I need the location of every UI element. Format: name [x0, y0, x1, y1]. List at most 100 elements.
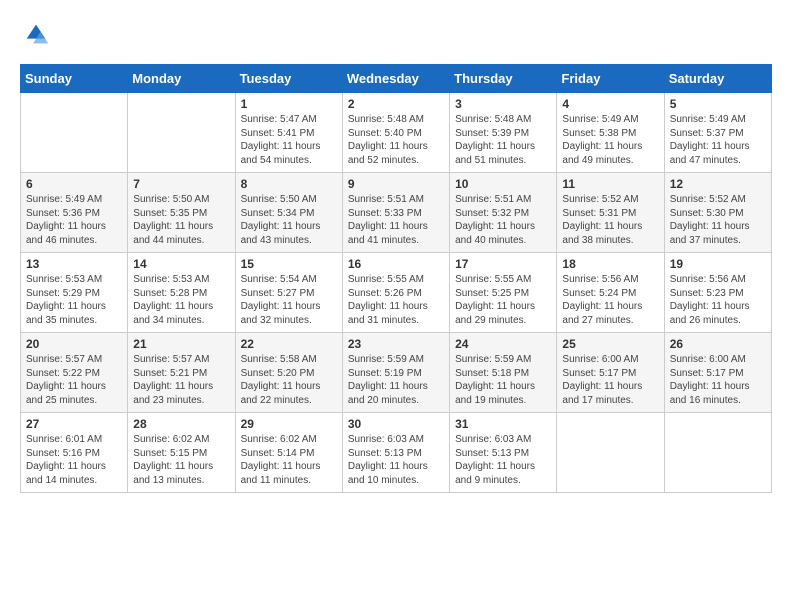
calendar-week-3: 13 Sunrise: 5:53 AMSunset: 5:29 PMDayligh…	[21, 253, 772, 333]
day-number: 28	[133, 417, 229, 431]
calendar-cell: 25 Sunrise: 6:00 AMSunset: 5:17 PMDayligh…	[557, 333, 664, 413]
calendar-cell: 4 Sunrise: 5:49 AMSunset: 5:38 PMDaylight…	[557, 93, 664, 173]
day-number: 30	[348, 417, 444, 431]
day-number: 23	[348, 337, 444, 351]
day-number: 25	[562, 337, 658, 351]
day-number: 13	[26, 257, 122, 271]
cell-content: Sunrise: 6:02 AMSunset: 5:14 PMDaylight:…	[241, 433, 337, 487]
cell-content: Sunrise: 5:56 AMSunset: 5:23 PMDaylight:…	[670, 273, 766, 327]
calendar-cell: 18 Sunrise: 5:56 AMSunset: 5:24 PMDayligh…	[557, 253, 664, 333]
calendar-cell: 26 Sunrise: 6:00 AMSunset: 5:17 PMDayligh…	[664, 333, 771, 413]
page-header	[20, 20, 772, 48]
day-number: 5	[670, 97, 766, 111]
header-wednesday: Wednesday	[342, 65, 449, 93]
header-monday: Monday	[128, 65, 235, 93]
cell-content: Sunrise: 6:00 AMSunset: 5:17 PMDaylight:…	[562, 353, 658, 407]
cell-content: Sunrise: 5:57 AMSunset: 5:22 PMDaylight:…	[26, 353, 122, 407]
header-friday: Friday	[557, 65, 664, 93]
cell-content: Sunrise: 5:56 AMSunset: 5:24 PMDaylight:…	[562, 273, 658, 327]
calendar-cell: 20 Sunrise: 5:57 AMSunset: 5:22 PMDayligh…	[21, 333, 128, 413]
calendar-cell: 22 Sunrise: 5:58 AMSunset: 5:20 PMDayligh…	[235, 333, 342, 413]
cell-content: Sunrise: 5:48 AMSunset: 5:39 PMDaylight:…	[455, 113, 551, 167]
calendar-cell: 31 Sunrise: 6:03 AMSunset: 5:13 PMDayligh…	[450, 413, 557, 493]
calendar-cell	[557, 413, 664, 493]
calendar-week-2: 6Sunrise: 5:49 AMSunset: 5:36 PMDaylight…	[21, 173, 772, 253]
cell-content: Sunrise: 5:52 AMSunset: 5:30 PMDaylight:…	[670, 193, 766, 247]
calendar-table: SundayMondayTuesdayWednesdayThursdayFrid…	[20, 64, 772, 493]
day-number: 20	[26, 337, 122, 351]
calendar-cell: 1Sunrise: 5:47 AMSunset: 5:41 PMDaylight…	[235, 93, 342, 173]
cell-content: Sunrise: 6:03 AMSunset: 5:13 PMDaylight:…	[455, 433, 551, 487]
day-number: 22	[241, 337, 337, 351]
day-number: 17	[455, 257, 551, 271]
day-number: 31	[455, 417, 551, 431]
cell-content: Sunrise: 5:49 AMSunset: 5:38 PMDaylight:…	[562, 113, 658, 167]
calendar-cell: 13 Sunrise: 5:53 AMSunset: 5:29 PMDayligh…	[21, 253, 128, 333]
cell-content: Sunrise: 6:03 AMSunset: 5:13 PMDaylight:…	[348, 433, 444, 487]
day-number: 18	[562, 257, 658, 271]
calendar-cell	[21, 93, 128, 173]
cell-content: Sunrise: 6:01 AMSunset: 5:16 PMDaylight:…	[26, 433, 122, 487]
day-number: 10	[455, 177, 551, 191]
day-number: 16	[348, 257, 444, 271]
day-number: 21	[133, 337, 229, 351]
cell-content: Sunrise: 5:53 AMSunset: 5:29 PMDaylight:…	[26, 273, 122, 327]
cell-content: Sunrise: 5:50 AMSunset: 5:34 PMDaylight:…	[241, 193, 337, 247]
calendar-week-5: 27 Sunrise: 6:01 AMSunset: 5:16 PMDayligh…	[21, 413, 772, 493]
calendar-cell: 19Sunrise: 5:56 AMSunset: 5:23 PMDayligh…	[664, 253, 771, 333]
calendar-cell: 23 Sunrise: 5:59 AMSunset: 5:19 PMDayligh…	[342, 333, 449, 413]
cell-content: Sunrise: 5:52 AMSunset: 5:31 PMDaylight:…	[562, 193, 658, 247]
calendar-body: 1Sunrise: 5:47 AMSunset: 5:41 PMDaylight…	[21, 93, 772, 493]
calendar-cell: 3 Sunrise: 5:48 AMSunset: 5:39 PMDaylight…	[450, 93, 557, 173]
cell-content: Sunrise: 5:57 AMSunset: 5:21 PMDaylight:…	[133, 353, 229, 407]
header-thursday: Thursday	[450, 65, 557, 93]
day-number: 29	[241, 417, 337, 431]
cell-content: Sunrise: 5:58 AMSunset: 5:20 PMDaylight:…	[241, 353, 337, 407]
day-number: 24	[455, 337, 551, 351]
calendar-cell: 7Sunrise: 5:50 AMSunset: 5:35 PMDaylight…	[128, 173, 235, 253]
cell-content: Sunrise: 5:59 AMSunset: 5:19 PMDaylight:…	[348, 353, 444, 407]
day-number: 14	[133, 257, 229, 271]
calendar-header-row: SundayMondayTuesdayWednesdayThursdayFrid…	[21, 65, 772, 93]
day-number: 6	[26, 177, 122, 191]
calendar-cell: 10Sunrise: 5:51 AMSunset: 5:32 PMDayligh…	[450, 173, 557, 253]
calendar-cell: 5Sunrise: 5:49 AMSunset: 5:37 PMDaylight…	[664, 93, 771, 173]
cell-content: Sunrise: 6:00 AMSunset: 5:17 PMDaylight:…	[670, 353, 766, 407]
cell-content: Sunrise: 5:55 AMSunset: 5:26 PMDaylight:…	[348, 273, 444, 327]
day-number: 4	[562, 97, 658, 111]
calendar-cell: 21 Sunrise: 5:57 AMSunset: 5:21 PMDayligh…	[128, 333, 235, 413]
cell-content: Sunrise: 5:48 AMSunset: 5:40 PMDaylight:…	[348, 113, 444, 167]
day-number: 3	[455, 97, 551, 111]
calendar-cell: 8 Sunrise: 5:50 AMSunset: 5:34 PMDaylight…	[235, 173, 342, 253]
calendar-cell: 28Sunrise: 6:02 AMSunset: 5:15 PMDayligh…	[128, 413, 235, 493]
day-number: 8	[241, 177, 337, 191]
calendar-cell: 6Sunrise: 5:49 AMSunset: 5:36 PMDaylight…	[21, 173, 128, 253]
cell-content: Sunrise: 5:53 AMSunset: 5:28 PMDaylight:…	[133, 273, 229, 327]
day-number: 12	[670, 177, 766, 191]
logo-icon	[22, 20, 50, 48]
day-number: 2	[348, 97, 444, 111]
calendar-cell: 16 Sunrise: 5:55 AMSunset: 5:26 PMDayligh…	[342, 253, 449, 333]
day-number: 11	[562, 177, 658, 191]
day-number: 26	[670, 337, 766, 351]
day-number: 27	[26, 417, 122, 431]
calendar-week-1: 1Sunrise: 5:47 AMSunset: 5:41 PMDaylight…	[21, 93, 772, 173]
cell-content: Sunrise: 5:50 AMSunset: 5:35 PMDaylight:…	[133, 193, 229, 247]
calendar-cell: 9Sunrise: 5:51 AMSunset: 5:33 PMDaylight…	[342, 173, 449, 253]
calendar-week-4: 20 Sunrise: 5:57 AMSunset: 5:22 PMDayligh…	[21, 333, 772, 413]
calendar-cell	[664, 413, 771, 493]
day-number: 1	[241, 97, 337, 111]
calendar-cell: 11 Sunrise: 5:52 AMSunset: 5:31 PMDayligh…	[557, 173, 664, 253]
calendar-cell: 2 Sunrise: 5:48 AMSunset: 5:40 PMDaylight…	[342, 93, 449, 173]
day-number: 15	[241, 257, 337, 271]
calendar-cell: 30 Sunrise: 6:03 AMSunset: 5:13 PMDayligh…	[342, 413, 449, 493]
header-saturday: Saturday	[664, 65, 771, 93]
calendar-cell: 12 Sunrise: 5:52 AMSunset: 5:30 PMDayligh…	[664, 173, 771, 253]
header-tuesday: Tuesday	[235, 65, 342, 93]
header-sunday: Sunday	[21, 65, 128, 93]
cell-content: Sunrise: 5:54 AMSunset: 5:27 PMDaylight:…	[241, 273, 337, 327]
cell-content: Sunrise: 5:59 AMSunset: 5:18 PMDaylight:…	[455, 353, 551, 407]
calendar-cell: 15 Sunrise: 5:54 AMSunset: 5:27 PMDayligh…	[235, 253, 342, 333]
cell-content: Sunrise: 5:51 AMSunset: 5:33 PMDaylight:…	[348, 193, 444, 247]
calendar-cell: 27 Sunrise: 6:01 AMSunset: 5:16 PMDayligh…	[21, 413, 128, 493]
